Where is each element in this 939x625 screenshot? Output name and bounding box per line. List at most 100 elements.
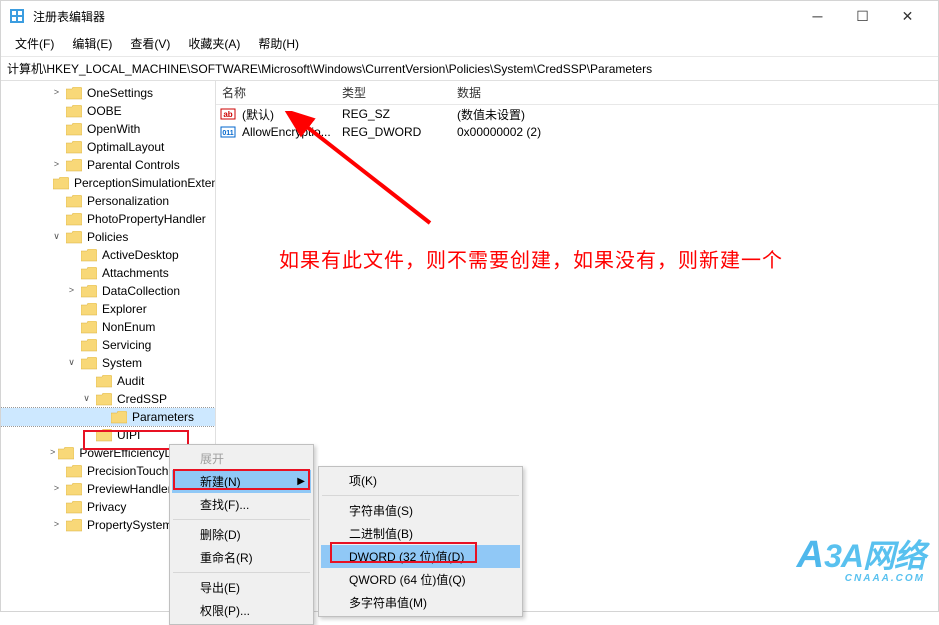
tree-label: PhotoPropertyHandler: [85, 212, 208, 226]
tree-item[interactable]: > DataCollection: [1, 282, 215, 300]
folder-icon: [66, 123, 82, 136]
ctx-new-string[interactable]: 字符串值(S): [321, 499, 520, 522]
maximize-button[interactable]: ☐: [840, 1, 885, 31]
collapse-icon[interactable]: ∨: [80, 394, 93, 404]
expand-icon[interactable]: >: [50, 88, 63, 98]
tree-item[interactable]: PerceptionSimulationExtensions: [1, 174, 215, 192]
tree-item[interactable]: >OneSettings: [1, 84, 215, 102]
tree-item[interactable]: Attachments: [1, 264, 215, 282]
col-type[interactable]: 类型: [336, 81, 451, 104]
folder-icon: [66, 213, 82, 226]
list-row[interactable]: ab (默认)REG_SZ(数值未设置): [216, 105, 938, 123]
expand-icon[interactable]: >: [50, 520, 63, 530]
expand-icon[interactable]: >: [65, 286, 78, 296]
ctx-new-multistring[interactable]: 多字符串值(M): [321, 591, 520, 614]
string-value-icon: ab: [220, 106, 236, 122]
ctx-delete[interactable]: 删除(D): [172, 523, 311, 546]
window-title: 注册表编辑器: [33, 8, 795, 25]
watermark-logo: A3A网络 CNAAA.COM: [797, 531, 925, 584]
menu-file[interactable]: 文件(F): [7, 33, 62, 54]
cell-type: REG_SZ: [336, 107, 451, 121]
col-name[interactable]: 名称: [216, 81, 336, 104]
svg-text:011: 011: [222, 130, 233, 137]
collapse-icon[interactable]: ∨: [50, 232, 63, 242]
ctx-new-key[interactable]: 项(K): [321, 469, 520, 492]
tree-label: OptimalLayout: [85, 140, 166, 154]
ctx-new-qword[interactable]: QWORD (64 位)值(Q): [321, 568, 520, 591]
tree-label: PreviewHandlers: [85, 482, 180, 496]
list-header: 名称 类型 数据: [216, 81, 938, 105]
ctx-expand: 展开: [172, 447, 311, 470]
close-button[interactable]: ✕: [885, 1, 930, 31]
tree-item[interactable]: Audit: [1, 372, 215, 390]
tree-item[interactable]: ∨Policies: [1, 228, 215, 246]
folder-icon: [81, 285, 97, 298]
minimize-button[interactable]: ─: [795, 1, 840, 31]
folder-icon: [81, 339, 97, 352]
tree-item[interactable]: Explorer: [1, 300, 215, 318]
ctx-new-dword[interactable]: DWORD (32 位)值(D): [321, 545, 520, 568]
folder-icon: [66, 87, 82, 100]
expand-icon[interactable]: >: [50, 484, 63, 494]
dword-value-icon: 011: [220, 124, 236, 140]
menu-help[interactable]: 帮助(H): [250, 33, 307, 54]
tree-label: DataCollection: [100, 284, 182, 298]
tree-item[interactable]: ActiveDesktop: [1, 246, 215, 264]
folder-icon: [66, 141, 82, 154]
collapse-icon[interactable]: ∨: [65, 358, 78, 368]
ctx-new[interactable]: 新建(N)▶: [172, 470, 311, 493]
folder-icon: [81, 267, 97, 280]
ctx-rename[interactable]: 重命名(R): [172, 546, 311, 569]
tree-label: Privacy: [85, 500, 128, 514]
address-bar[interactable]: 计算机\HKEY_LOCAL_MACHINE\SOFTWARE\Microsof…: [1, 57, 938, 81]
folder-icon: [81, 303, 97, 316]
tree-item[interactable]: OOBE: [1, 102, 215, 120]
menubar: 文件(F) 编辑(E) 查看(V) 收藏夹(A) 帮助(H): [1, 31, 938, 57]
folder-icon: [53, 177, 69, 190]
folder-icon: [66, 231, 82, 244]
folder-icon: [66, 519, 82, 532]
tree-item[interactable]: ∨ CredSSP: [1, 390, 215, 408]
tree-item[interactable]: OpenWith: [1, 120, 215, 138]
cell-name: (默认): [236, 106, 336, 123]
expand-icon[interactable]: >: [50, 448, 55, 458]
watermark-swoosh: A: [797, 534, 824, 576]
tree-item[interactable]: OptimalLayout: [1, 138, 215, 156]
tree-item[interactable]: NonEnum: [1, 318, 215, 336]
tree-label: Parental Controls: [85, 158, 182, 172]
cell-data: 0x00000002 (2): [451, 125, 547, 139]
tree-item[interactable]: UIPI: [1, 426, 215, 444]
folder-icon: [96, 375, 112, 388]
folder-icon: [96, 429, 112, 442]
expand-icon[interactable]: >: [50, 160, 63, 170]
cell-data: (数值未设置): [451, 106, 531, 123]
svg-text:ab: ab: [223, 110, 232, 119]
tree-item[interactable]: PhotoPropertyHandler: [1, 210, 215, 228]
menu-favorites[interactable]: 收藏夹(A): [180, 33, 248, 54]
tree-item[interactable]: Servicing: [1, 336, 215, 354]
menu-edit[interactable]: 编辑(E): [64, 33, 120, 54]
tree-item[interactable]: > Parental Controls: [1, 156, 215, 174]
tree-item[interactable]: Parameters: [1, 408, 215, 426]
menu-view[interactable]: 查看(V): [122, 33, 178, 54]
tree-label: PropertySystem: [85, 518, 174, 532]
folder-icon: [81, 321, 97, 334]
context-submenu-new: 项(K) 字符串值(S) 二进制值(B) DWORD (32 位)值(D) QW…: [318, 466, 523, 617]
ctx-new-binary[interactable]: 二进制值(B): [321, 522, 520, 545]
tree-label: OpenWith: [85, 122, 142, 136]
cell-name: AllowEncryptio...: [236, 125, 336, 139]
ctx-export[interactable]: 导出(E): [172, 576, 311, 599]
tree-item[interactable]: ∨System: [1, 354, 215, 372]
tree-label: CredSSP: [115, 392, 169, 406]
folder-icon: [81, 357, 97, 370]
tree-label: Attachments: [100, 266, 171, 280]
list-row[interactable]: 011AllowEncryptio...REG_DWORD0x00000002 …: [216, 123, 938, 141]
ctx-permissions[interactable]: 权限(P)...: [172, 599, 311, 622]
folder-icon: [66, 483, 82, 496]
app-icon: [9, 8, 25, 24]
tree-label: Audit: [115, 374, 146, 388]
col-data[interactable]: 数据: [451, 81, 938, 104]
tree-item[interactable]: Personalization: [1, 192, 215, 210]
ctx-find[interactable]: 查找(F)...: [172, 493, 311, 516]
folder-icon: [111, 411, 127, 424]
